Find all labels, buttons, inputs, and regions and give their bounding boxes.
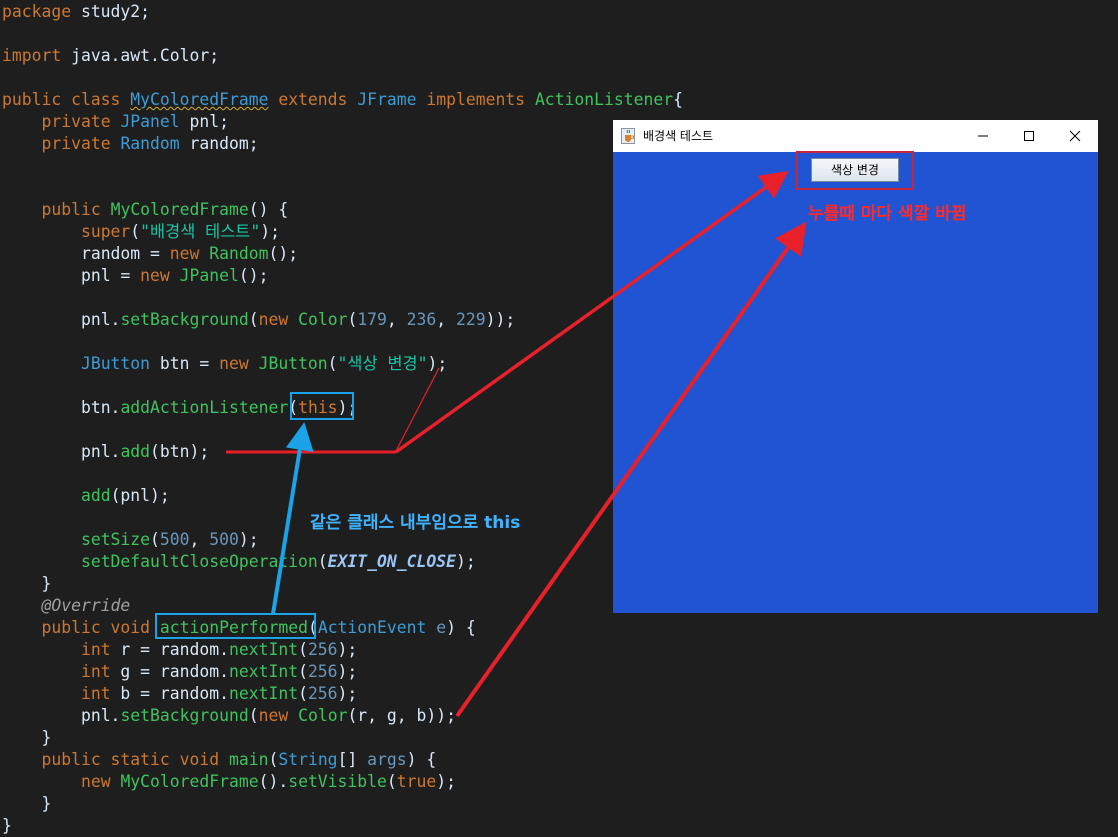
red-arrow-to-note	[455, 221, 807, 718]
red-arrow-to-button	[394, 170, 789, 454]
highlight-box-button	[796, 151, 914, 190]
annotation-blue-note: 같은 클래스 내부임으로 this	[310, 513, 521, 533]
highlight-box-this	[290, 392, 354, 420]
blue-arrow-to-this	[271, 422, 314, 615]
highlight-box-action-performed	[155, 613, 316, 639]
annotation-overlay	[155, 151, 914, 718]
annotation-red-note: 누를때 마다 색깔 바뀜	[808, 204, 967, 224]
